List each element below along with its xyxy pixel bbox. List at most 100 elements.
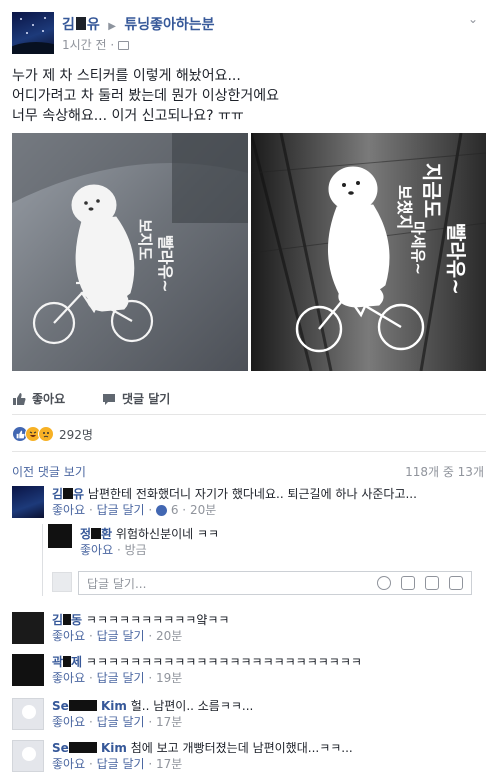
reply-comment: 정환 위험하신분이네 ㅋㅋ 좋아요 · 방금 (48, 524, 486, 560)
post-header: 김유 ▶ 튜닝좋아하는분 1시간 전 · ⌄ (12, 12, 482, 54)
reply-thread-line (42, 524, 43, 596)
camera-icon[interactable] (401, 576, 415, 590)
post-text-line: 너무 속상해요... 이거 신고되나요? ㅠㅠ (12, 108, 244, 124)
sticker-text-1: 보지도 (136, 219, 154, 261)
comment-text: 헐.. 남편이.. 소름ㅋㅋ... (130, 699, 254, 713)
current-user-avatar (52, 572, 72, 592)
commenter-avatar[interactable] (12, 486, 44, 518)
comment-body: Se Kim 첨에 보고 개빵터졌는데 남편이했대...ㅋㅋ... 좋아요 · … (52, 740, 353, 772)
comment-like-link[interactable]: 좋아요 (52, 671, 85, 685)
commenter-avatar[interactable] (48, 524, 72, 548)
comment-button[interactable]: 댓글 달기 (102, 390, 170, 407)
comment-meta: 좋아요 · 답글 달기 · 6 · 20분 (52, 503, 217, 517)
commenter-avatar[interactable] (12, 698, 44, 730)
sad-reaction-icon (38, 426, 54, 442)
comment-time[interactable]: 방금 (125, 543, 147, 557)
sticker-text-3: 지금도 (420, 163, 444, 218)
commenter-name[interactable]: 정환 (80, 527, 112, 541)
comment-meta: 좋아요 · 답글 달기 · 17분 (52, 757, 183, 771)
comment-text: 남편한테 전화했더니 자기가 했다네요.. 퇴근길에 하나 사준다고... (87, 487, 417, 501)
comment-reply-link[interactable]: 답글 달기 (97, 757, 145, 771)
comment-reply-link[interactable]: 답글 달기 (97, 629, 145, 643)
post-photo-2[interactable]: 지금도 보챘지 마세유~ 빨라유~ (251, 133, 486, 371)
comment-reply-link[interactable]: 답글 달기 (97, 503, 145, 517)
comments-header: 이전 댓글 보기 118개 중 13개 (12, 463, 486, 480)
comment-icon (103, 393, 115, 405)
comment-like-link[interactable]: 좋아요 (52, 503, 85, 517)
emoji-icon[interactable] (377, 576, 391, 590)
post-text: 누가 제 차 스티커를 이렇게 해놨어요... 어디가려고 차 둘러 봤는데 뭔… (12, 66, 482, 126)
gif-icon[interactable] (425, 576, 439, 590)
commenter-name[interactable]: Se Kim (52, 699, 127, 713)
divider (12, 414, 486, 415)
comment-meta: 좋아요 · 방금 (80, 543, 147, 557)
arrow-right-icon: ▶ (108, 21, 116, 32)
comment-like-link[interactable]: 좋아요 (80, 543, 113, 557)
comments-count: 118개 중 13개 (405, 465, 484, 479)
comment-time[interactable]: 20분 (190, 503, 216, 517)
post-photo-1[interactable]: 보지도 빨라유~ (12, 133, 248, 371)
sticker-icon[interactable] (449, 576, 463, 590)
post-author-line: 김유 ▶ 튜닝좋아하는분 (62, 14, 215, 34)
divider (12, 451, 486, 452)
view-previous-comments-link[interactable]: 이전 댓글 보기 (12, 465, 86, 479)
commenter-name[interactable]: Se Kim (52, 741, 127, 755)
bear-sticker-original-photo: 지금도 보챘지 마세유~ 빨라유~ (251, 133, 486, 371)
comment-like-link[interactable]: 좋아요 (52, 629, 85, 643)
reactions-summary[interactable]: 292명 (12, 425, 93, 443)
reply-input[interactable]: 답글 달기... (78, 571, 472, 595)
reaction-count: 292명 (59, 427, 93, 442)
thumbs-up-icon (13, 392, 26, 405)
commenter-name[interactable]: 김유 (52, 487, 84, 501)
comment-label: 댓글 달기 (122, 392, 171, 406)
comment-time[interactable]: 20분 (156, 629, 182, 643)
reply-input-tools (377, 576, 463, 590)
comment: 김동 ㅋㅋㅋㅋㅋㅋㅋㅋㅋㅋ얔ㅋㅋ 좋아요 · 답글 달기 · 20분 (12, 612, 486, 646)
comment-time[interactable]: 19분 (156, 671, 182, 685)
like-button[interactable]: 좋아요 (12, 390, 65, 407)
sticker-text-5: 마세유~ (409, 221, 427, 275)
commenter-avatar[interactable] (12, 612, 44, 644)
comment: 곽제 ㅋㅋㅋㅋㅋㅋㅋㅋㅋㅋㅋㅋㅋㅋㅋㅋㅋㅋㅋㅋㅋㅋㅋㅋㅋ 좋아요 · 답글 달기… (12, 654, 486, 688)
comment-meta: 좋아요 · 답글 달기 · 17분 (52, 715, 183, 729)
bear-sticker-photo: 보지도 빨라유~ (12, 133, 248, 371)
comment-like-link[interactable]: 좋아요 (52, 757, 85, 771)
reply-placeholder: 답글 달기... (87, 576, 147, 591)
comment-text: 첨에 보고 개빵터졌는데 남편이했대...ㅋㅋ... (130, 741, 353, 755)
post-text-line: 어디가려고 차 둘러 봤는데 뭔가 이상한거에요 (12, 88, 279, 104)
sticker-text-6: 빨라유~ (444, 223, 468, 295)
commenter-name[interactable]: 김동 (52, 613, 82, 627)
comment-text: ㅋㅋㅋㅋㅋㅋㅋㅋㅋㅋ얔ㅋㅋ (85, 613, 230, 627)
comment-like-link[interactable]: 좋아요 (52, 715, 85, 729)
author-avatar[interactable] (12, 12, 54, 54)
post-timestamp[interactable]: 1시간 전 · (62, 36, 130, 53)
comment-body: 김동 ㅋㅋㅋㅋㅋㅋㅋㅋㅋㅋ얔ㅋㅋ 좋아요 · 답글 달기 · 20분 (52, 612, 229, 644)
comment-body: 곽제 ㅋㅋㅋㅋㅋㅋㅋㅋㅋㅋㅋㅋㅋㅋㅋㅋㅋㅋㅋㅋㅋㅋㅋㅋㅋ 좋아요 · 답글 달기… (52, 654, 362, 686)
comment: Se Kim 헐.. 남편이.. 소름ㅋㅋ... 좋아요 · 답글 달기 · 1… (12, 698, 486, 732)
chevron-down-icon[interactable]: ⌄ (468, 13, 482, 25)
like-label: 좋아요 (32, 392, 66, 406)
post-actions: 좋아요 댓글 달기 (12, 388, 482, 410)
post-text-line: 누가 제 차 스티커를 이렇게 해놨어요... (12, 68, 241, 84)
group-name[interactable]: 튜닝좋아하는분 (124, 17, 214, 33)
commenter-name[interactable]: 곽제 (52, 655, 82, 669)
group-privacy-icon (118, 41, 130, 50)
comment-time[interactable]: 17분 (156, 715, 182, 729)
comment-meta: 좋아요 · 답글 달기 · 19분 (52, 671, 183, 685)
comment-meta: 좋아요 · 답글 달기 · 20분 (52, 629, 183, 643)
comment: Se Kim 첨에 보고 개빵터졌는데 남편이했대...ㅋㅋ... 좋아요 · … (12, 740, 486, 774)
comment-reply-link[interactable]: 답글 달기 (97, 715, 145, 729)
comment-body: 김유 남편한테 전화했더니 자기가 했다네요.. 퇴근길에 하나 사준다고...… (52, 486, 417, 518)
comment: 김유 남편한테 전화했더니 자기가 했다네요.. 퇴근길에 하나 사준다고...… (12, 486, 486, 520)
comment-reply-link[interactable]: 답글 달기 (97, 671, 145, 685)
comment-time[interactable]: 17분 (156, 757, 182, 771)
commenter-avatar[interactable] (12, 654, 44, 686)
thumbs-up-icon (156, 505, 168, 516)
comment-body: Se Kim 헐.. 남편이.. 소름ㅋㅋ... 좋아요 · 답글 달기 · 1… (52, 698, 253, 730)
author-name[interactable]: 김유 (62, 17, 100, 33)
comment-body: 정환 위험하신분이네 ㅋㅋ 좋아요 · 방금 (80, 526, 219, 558)
comment-text: 위험하신분이네 ㅋㅋ (115, 527, 220, 541)
commenter-avatar[interactable] (12, 740, 44, 772)
comment-text: ㅋㅋㅋㅋㅋㅋㅋㅋㅋㅋㅋㅋㅋㅋㅋㅋㅋㅋㅋㅋㅋㅋㅋㅋㅋ (85, 655, 362, 669)
sticker-text-2: 빨라유~ (156, 235, 175, 293)
